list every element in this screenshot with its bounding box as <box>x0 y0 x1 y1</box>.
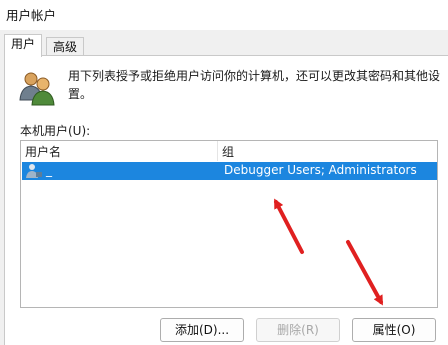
row-username: _ <box>46 163 52 177</box>
remove-button[interactable]: 删除(R) <box>256 318 340 342</box>
tab-strip: 用户 高级 <box>0 30 448 57</box>
tab-users[interactable]: 用户 <box>4 34 43 57</box>
intro-text: 用下列表授予或拒绝用户访问你的计算机，还可以更改其密码和其他设置。 <box>68 69 441 101</box>
column-header-username[interactable]: 用户名 <box>25 143 61 160</box>
users-listview[interactable]: 用户名 组 _ Debugger Users; Administrators <box>20 140 438 308</box>
properties-button[interactable]: 属性(O) <box>352 318 436 342</box>
local-users-label: 本机用户(U): <box>20 124 91 138</box>
title-bar: 用户帐户 <box>0 0 448 30</box>
add-button[interactable]: 添加(D)... <box>160 318 244 342</box>
row-group: Debugger Users; Administrators <box>224 163 417 177</box>
window-title: 用户帐户 <box>6 8 57 23</box>
list-header: 用户名 组 <box>21 141 437 161</box>
column-header-group[interactable]: 组 <box>222 143 234 160</box>
user-icon <box>25 163 43 182</box>
tab-advanced[interactable]: 高级 <box>46 37 85 56</box>
column-divider[interactable] <box>217 141 218 161</box>
users-icon <box>18 70 58 109</box>
table-row[interactable]: _ Debugger Users; Administrators <box>22 162 437 180</box>
